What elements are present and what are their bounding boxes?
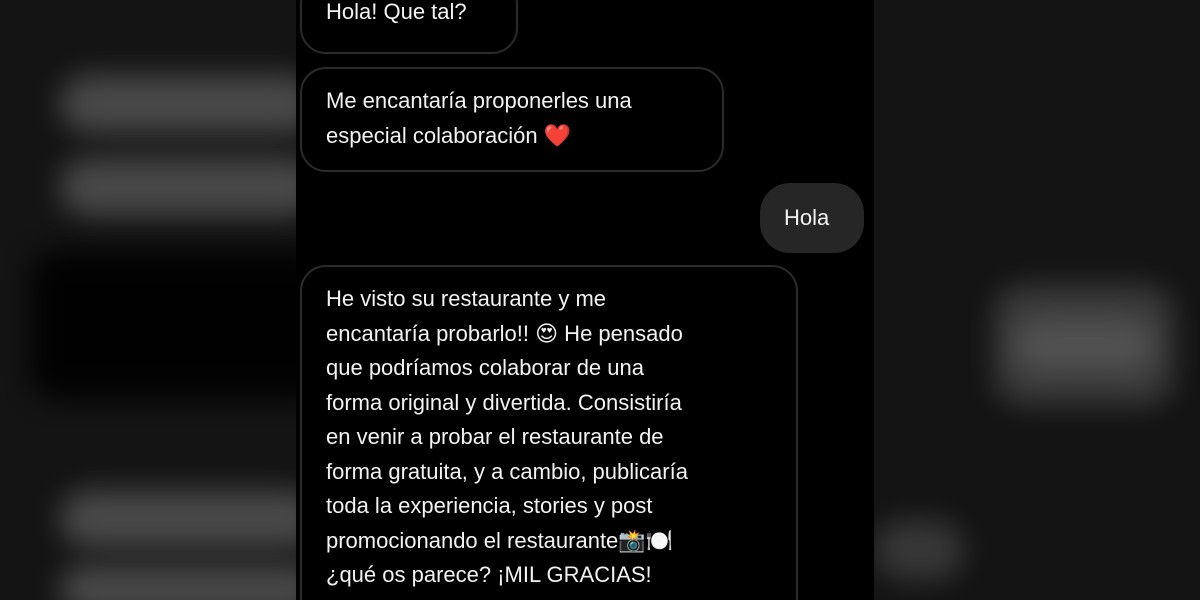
blurred-background-left (0, 0, 296, 600)
blurred-background-right (874, 0, 1200, 600)
incoming-message-bubble[interactable]: He visto su restaurante y me encantaría … (300, 265, 798, 600)
chat-thread: Hola! Que tal? Me encantaría proponerles… (296, 0, 874, 600)
screenshot-stage: Hola! Que tal? Me encantaría proponerles… (0, 0, 1200, 600)
incoming-message-bubble[interactable]: Me encantaría proponerles una especial c… (300, 67, 724, 172)
outgoing-message-bubble[interactable]: Hola (760, 183, 864, 253)
incoming-message-bubble[interactable]: Hola! Que tal? (300, 0, 518, 54)
